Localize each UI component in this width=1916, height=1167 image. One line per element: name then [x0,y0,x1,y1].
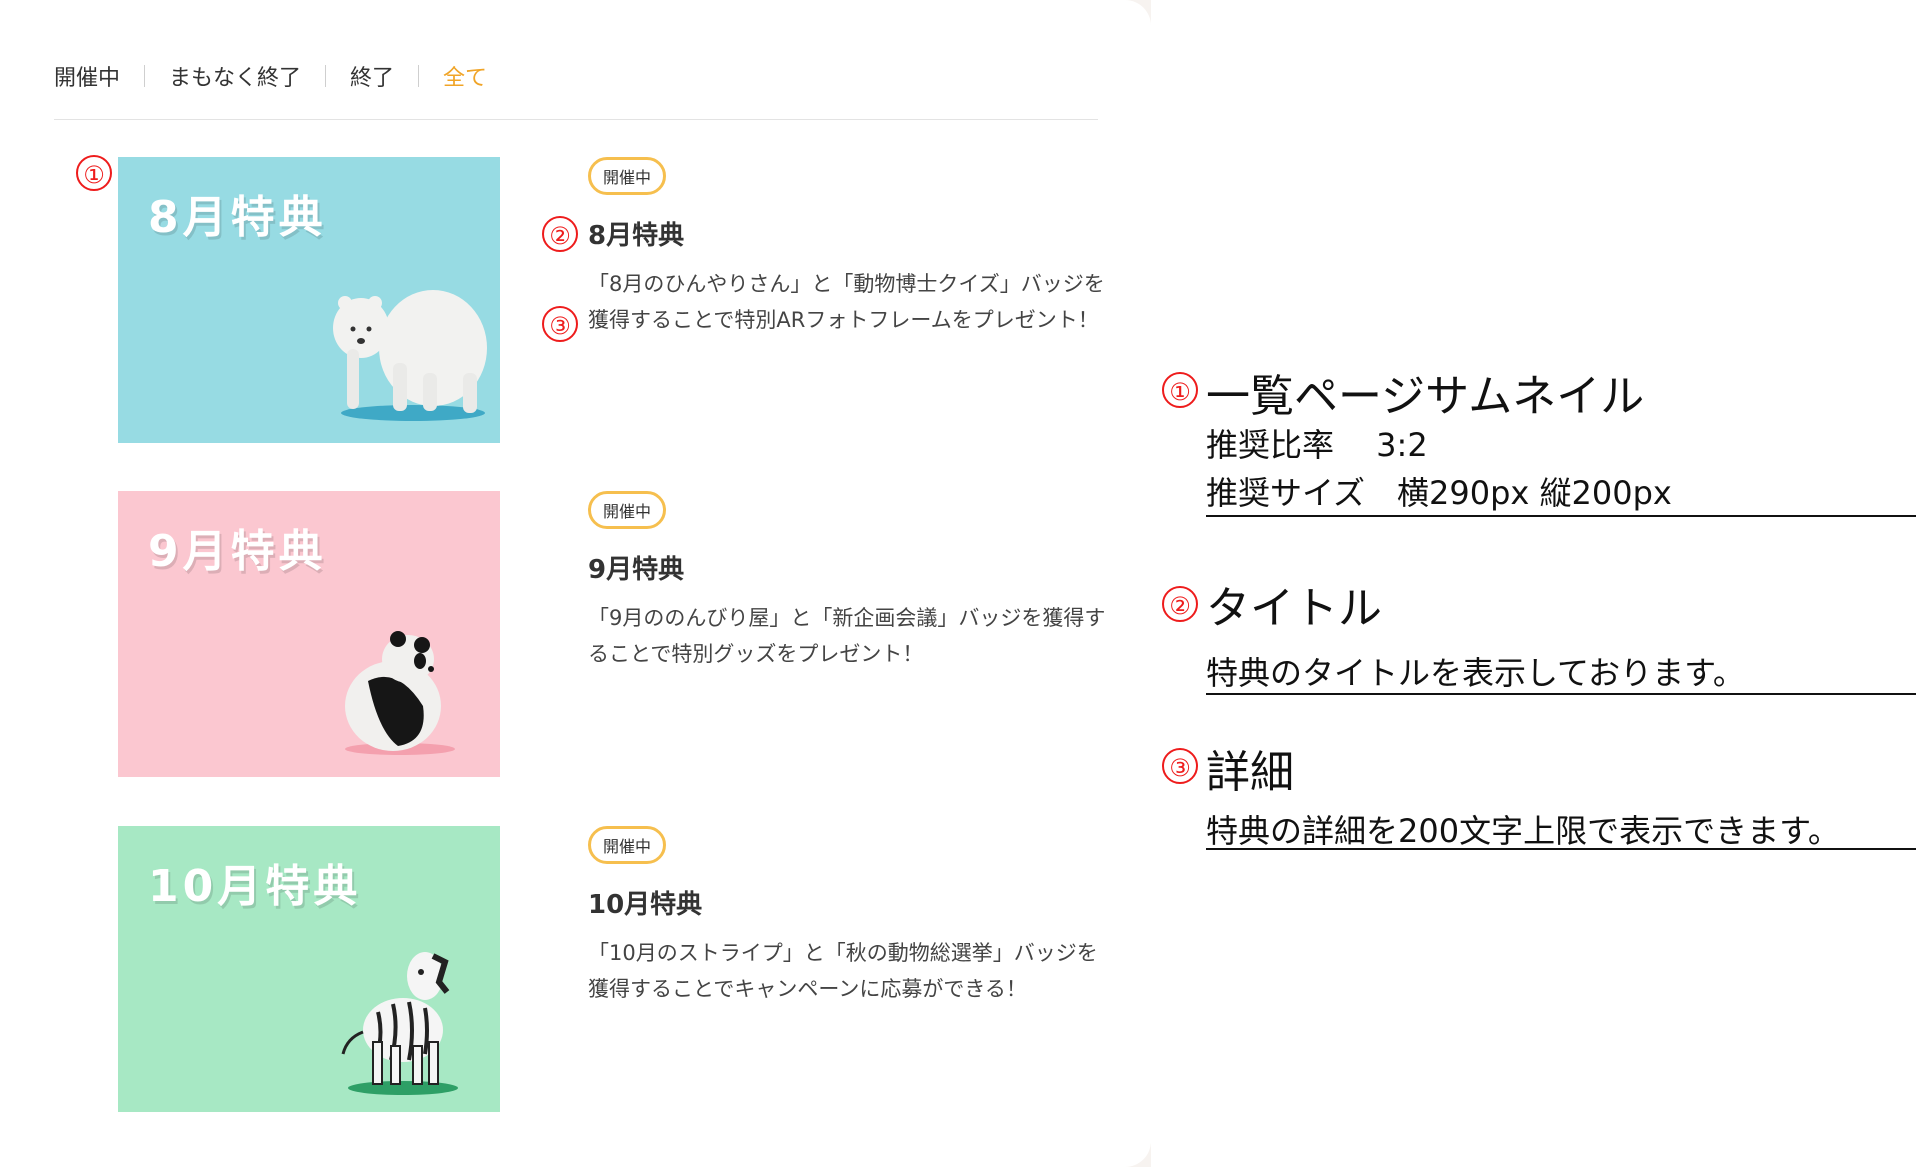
annotation-underline [1206,515,1916,517]
annotation-title-desc: 特典のタイトルを表示しております。 [1206,654,1745,692]
thumbnail-title: 8月特典 [148,192,327,243]
annotation-heading-thumbnail: 一覧ページサムネイル [1206,371,1645,422]
thumbnail-october[interactable]: 10月特典 [118,826,500,1112]
thumbnail-title: 10月特典 [148,861,362,912]
annotation-underline [1206,848,1916,850]
polar-bear-illustration [333,290,487,421]
status-badge: 開催中 [588,826,667,864]
annotation-marker-3: ③ [1162,748,1198,784]
item-title[interactable]: 9月特典 [588,549,1108,586]
zebra-illustration [341,952,458,1095]
marker-2: ② [542,216,578,252]
marker-1: ① [76,155,112,191]
tabs-divider [54,119,1098,120]
annotation-heading-title: タイトル [1206,583,1382,634]
item-title[interactable]: 10月特典 [588,884,1108,921]
item-description: 「8月のひんやりさん」と「動物博士クイズ」バッジを獲得することで特別ARフォトフ… [588,272,1105,332]
tab-ongoing[interactable]: 開催中 [54,60,144,92]
thumbnail-august[interactable]: 8月特典 [118,157,500,443]
item-info-august: 開催中 8月特典 「8月のひんやりさん」と「動物博士クイズ」バッジを獲得すること… [588,157,1108,338]
thumbnail-september[interactable]: 9月特典 [118,491,500,777]
status-badge: 開催中 [588,491,667,529]
item-info-october: 開催中 10月特典 「10月のストライプ」と「秋の動物総選挙」バッジを獲得するこ… [588,826,1108,1007]
annotation-heading-detail: 詳細 [1206,747,1294,798]
panda-illustration [345,631,455,755]
annotation-marker-2: ② [1162,586,1198,622]
status-filter-tabs: 開催中 まもなく終了 終了 全て [54,58,511,94]
campaign-list-panel: 開催中 まもなく終了 終了 全て 8月特典 開催中 8月特典 「8月のひんやりさ… [0,0,1151,1167]
tab-ending-soon[interactable]: まもなく終了 [145,60,325,92]
annotation-detail-desc: 特典の詳細を200文字上限で表示できます。 [1206,812,1840,850]
item-info-september: 開催中 9月特典 「9月ののんびり屋」と「新企画会議」バッジを獲得することで特別… [588,491,1108,672]
annotation-size: 推奨サイズ 横290px 縦200px [1206,474,1672,512]
annotation-marker-1: ① [1162,372,1198,408]
annotation-ratio: 推奨比率 3:2 [1206,426,1428,464]
thumbnail-title: 9月特典 [148,526,327,577]
annotation-underline [1206,693,1916,695]
item-description: 「9月ののんびり屋」と「新企画会議」バッジを獲得することで特別グッズをプレゼント… [588,606,1106,666]
item-description: 「10月のストライプ」と「秋の動物総選挙」バッジを獲得することでキャンペーンに応… [588,941,1098,1001]
item-title[interactable]: 8月特典 [588,215,1108,252]
tab-ended[interactable]: 終了 [326,60,418,92]
tab-all[interactable]: 全て [419,60,511,92]
status-badge: 開催中 [588,157,667,195]
marker-3: ③ [542,306,578,342]
